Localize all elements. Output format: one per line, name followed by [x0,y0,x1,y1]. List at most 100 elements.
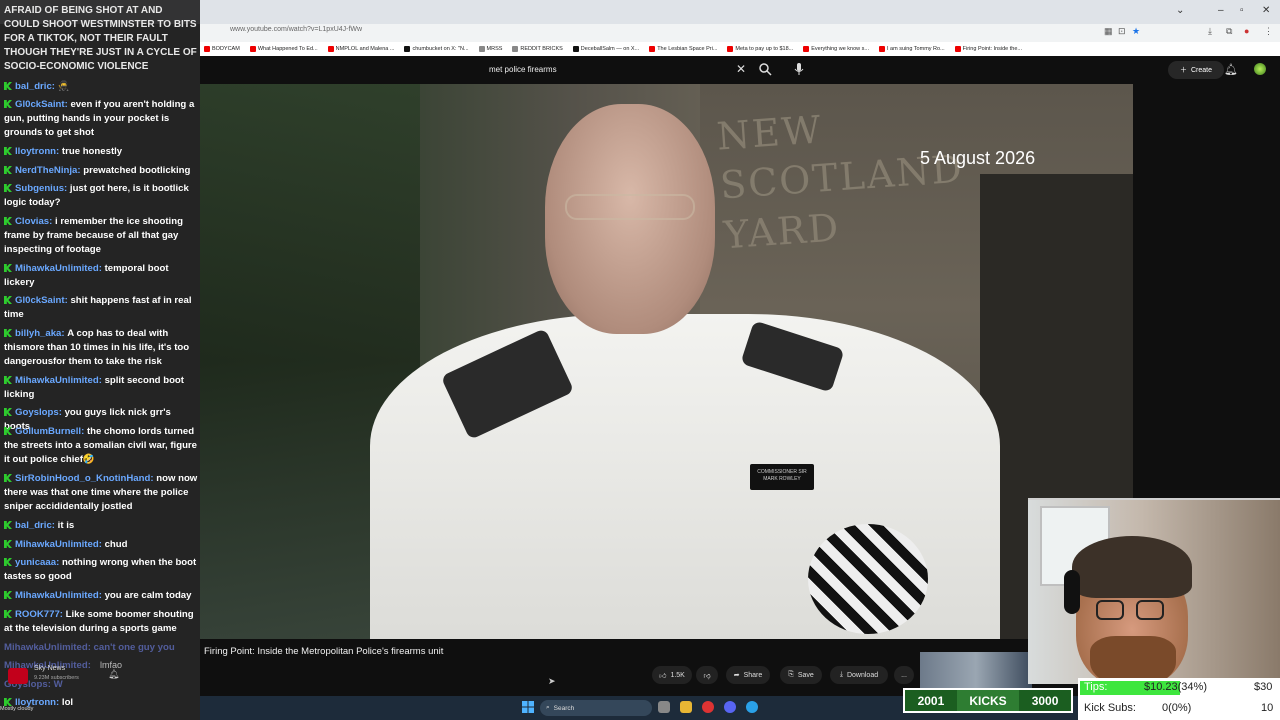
app-icon[interactable] [746,701,758,713]
bookmark-item[interactable]: I am suing Tommy Ro... [879,46,945,52]
browser-menu-icon[interactable]: ⋮ [1264,26,1273,37]
file-explorer-icon[interactable] [680,701,692,713]
video-player[interactable]: NEW SCOTLAND YARD COMMISSIONER SIR MARK RO… [200,84,1133,639]
download-icon[interactable]: ⤓ [1208,26,1212,37]
bookmark-item[interactable]: NMPLOL and Malena ... [327,46,394,52]
video-glasses [565,194,695,220]
share-icon: ➦ [733,672,740,679]
extension-icon[interactable]: ▦ [1104,26,1113,37]
chat-message: NerdTheNinja: prewatched bootlicking [4,164,198,178]
video-police-cap [808,524,928,634]
kick-badge-icon [4,591,12,599]
taskbar-search[interactable]: ⌕ Search [540,700,652,716]
youtube-avatar[interactable] [1254,63,1266,75]
channel-subscribers: 9.23M subscribers [34,675,79,681]
kick-badge-icon [4,147,12,155]
kick-badge-icon [4,296,12,304]
bookmarks-bar: BODYCAM What Happened To Ed... NMPLOL an… [200,42,1280,56]
notifications-bell-icon[interactable]: 🔔︎ [1224,63,1238,76]
bookmark-item[interactable]: chumbucket on X: "N... [404,46,469,52]
chat-message: MihawkaUnlimited: temporal boot lickery [4,263,169,288]
chat-message-overlapped: MihawkaUnlimited: can't one guy you [4,642,175,653]
video-title: Firing Point: Inside the Metropolitan Po… [204,646,444,657]
close-window-icon[interactable]: ✕ [1262,5,1270,16]
video-name-badge: COMMISSIONER SIR MARK ROWLEY [750,464,814,490]
extensions-puzzle-icon[interactable]: ⧉ [1226,26,1232,37]
chat-message: Gl0ckSaint: shit happens fast af in real… [4,295,192,320]
video-date-overlay: 5 August 2026 [920,148,1036,168]
share-button[interactable]: ➦ Share [726,666,770,684]
kick-badge-icon [4,82,12,90]
webcam-glasses [1136,600,1164,620]
tips-label: Tips: [1084,681,1108,693]
chrome-icon[interactable] [702,701,714,713]
chat-message: MihawkaUnlimited: you are calm today [4,589,198,603]
kick-badge-icon [4,474,12,482]
microphone-icon[interactable] [792,62,806,76]
search-query[interactable]: met police firearms [489,65,557,74]
kick-badge-icon [4,540,12,548]
chat-message: SirRobinHood_o_KnotinHand: now now there… [4,473,198,512]
bookmark-item[interactable]: Meta to pay up to $18... [727,46,793,52]
chat-message: ROOK777: Like some boomer shouting at th… [4,609,194,634]
bookmark-item[interactable]: MRSS [478,46,502,52]
task-view-icon[interactable] [658,701,670,713]
kick-badge-icon [4,329,12,337]
chat-message: GollumBurnell: the chomo lords turned th… [4,426,198,465]
kicks-label: KICKS [956,690,1020,711]
minimize-icon[interactable]: – [1218,5,1224,16]
kick-badge-icon [4,610,12,618]
bookmark-item[interactable]: The Lesbian Space Pri... [649,46,717,52]
chat-message: Subgenius: just got here, is it bootlick… [4,183,189,208]
kick-badge-icon [4,376,12,384]
tips-amount: $10.23(34%) [1144,681,1207,693]
kick-badge-icon [4,166,12,174]
chat-message: MihawkaUnlimited: chud [4,538,198,552]
bookmark-item[interactable]: Everything we know s... [803,46,869,52]
clear-search-icon[interactable]: ✕ [736,62,746,76]
address-url[interactable]: www.youtube.com/watch?v=L1pxU4J-fWw [230,26,362,33]
kick-subs-amount: 0(0%) [1162,702,1192,714]
create-button[interactable]: ＋ Create [1168,61,1224,79]
windows-start-icon[interactable] [522,701,534,713]
bookmark-star-icon[interactable]: ★ [1132,26,1140,37]
channel-logo[interactable] [8,668,28,684]
reader-icon[interactable]: ⊡ [1118,26,1126,37]
chat-message: bal_dric: it is [4,519,198,533]
like-button[interactable]: 👍︎ 1.5K [652,666,692,684]
discord-icon[interactable] [724,701,736,713]
more-actions-button[interactable]: ... [894,666,914,684]
search-icon[interactable] [758,62,772,76]
tab-dropdown-icon[interactable]: ⌄ [1176,5,1184,16]
thumbs-up-icon: 👍︎ [659,672,667,680]
bookmark-item[interactable]: REDDIT BRICKS [512,46,563,52]
kick-subs-label: Kick Subs: [1084,702,1136,714]
plus-icon: ＋ [1179,67,1187,74]
mouse-cursor-icon: ➤ [548,676,556,686]
profile-icon[interactable]: ● [1244,26,1249,36]
channel-name[interactable]: Sky News [34,665,65,672]
bookmark-item[interactable]: Firing Point: Inside the... [954,46,1022,52]
subscribe-bell-icon[interactable]: 🔔︎ [108,669,119,680]
suggested-video-thumbnail[interactable] [920,652,1032,688]
chat-message: lloytronn: lol [4,696,198,710]
chat-message: lloytronn: true honestly [4,145,198,159]
chat-message: bal_dric: 🥷 [4,80,198,94]
download-arrow-icon: ⤓ [839,671,843,678]
dislike-button[interactable]: 👎︎ [696,666,718,684]
save-button[interactable]: ⎘ Save [780,666,822,684]
chat-message: Clovias: i remember the ice shooting fra… [4,216,183,255]
kick-subs-goal: 10 [1261,702,1274,714]
chat-panel: AFRAID OF BEING SHOT AT AND COULD SHOOT … [0,0,200,720]
video-sign: NEW SCOTLAND YARD [715,107,966,258]
kicks-current: 2001 [917,693,945,708]
download-button[interactable]: ⤓ Download [830,666,888,684]
bookmark-icon: ⎘ [788,671,794,678]
webcam-beanie [1072,536,1192,598]
bookmark-item[interactable]: BODYCAM [204,46,240,52]
bookmark-item[interactable]: DeceballSalm — on X... [572,46,639,52]
kick-badge-icon [4,408,12,416]
kick-badge-icon [4,521,12,529]
maximize-icon[interactable]: ▫ [1240,5,1244,16]
bookmark-item[interactable]: What Happened To Ed... [249,46,318,52]
